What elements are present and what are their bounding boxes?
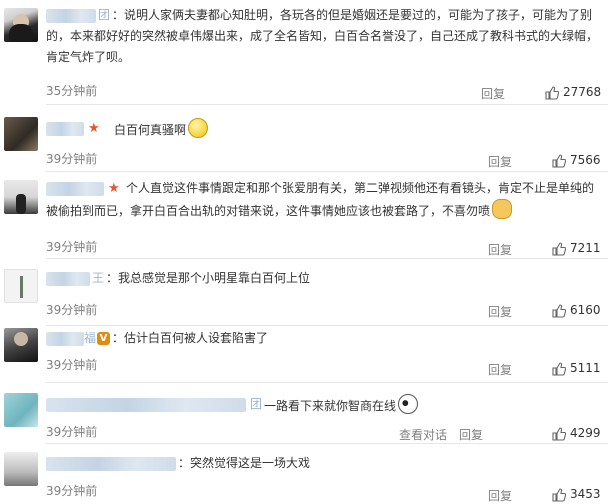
comment-item: ★ 白百何真骚啊 39分钟前 回复 7566 xyxy=(0,105,608,172)
comment-text: ：说明人家俩夫妻都心知肚明，各玩各的但是婚姻还是要过的，可能为了孩子，可能为了别… xyxy=(46,8,599,64)
comment-item: ★ 个人直觉这件事情跟定和那个张爱朋有关，第二弹视频他还有看镜头，肯定不止是单纯… xyxy=(0,172,608,259)
avatar[interactable] xyxy=(4,180,38,214)
thumbs-up-icon[interactable] xyxy=(552,427,566,441)
thumbs-up-icon[interactable] xyxy=(545,86,559,100)
username-blurred[interactable] xyxy=(46,457,176,471)
username-blurred[interactable] xyxy=(46,398,246,412)
comment-time: 39分钟前 xyxy=(46,484,98,498)
comment-item: 团 一路看下来就你智商在线 39分钟前 查看对话 回复 4299 xyxy=(0,383,608,444)
reply-button[interactable]: 回复 xyxy=(488,241,512,258)
comment-text: 一路看下来就你智商在线 xyxy=(264,394,600,417)
comment-item: ：突然觉得这是一场大戏 39分钟前 回复 3453 xyxy=(0,444,608,503)
avatar[interactable] xyxy=(4,117,38,151)
comment-time: 39分钟前 xyxy=(46,240,98,254)
username-tail[interactable]: 福 xyxy=(84,331,96,346)
comment-text: ：估计白百何被人设套陷害了 xyxy=(112,331,269,345)
like-count: 7211 xyxy=(570,241,601,255)
panda-emoji-icon xyxy=(398,394,419,414)
thumbs-up-icon[interactable] xyxy=(552,304,566,318)
comment-time: 39分钟前 xyxy=(46,358,98,372)
like-count: 27768 xyxy=(563,85,602,99)
comment-time: 39分钟前 xyxy=(46,425,98,439)
thumbs-up-icon[interactable] xyxy=(552,362,566,376)
comment-time: 39分钟前 xyxy=(46,303,98,317)
comment-item: 团 ：说明人家俩夫妻都心知肚明，各玩各的但是婚姻还是要过的，可能为了孩子，可能为… xyxy=(0,0,608,105)
avatar[interactable] xyxy=(4,393,38,427)
avatar[interactable] xyxy=(4,269,38,303)
like-count: 5111 xyxy=(570,361,601,375)
username-blurred[interactable] xyxy=(46,122,84,136)
star-badge-icon: ★ xyxy=(88,121,100,136)
reply-button[interactable]: 回复 xyxy=(488,487,512,504)
username-tail[interactable]: 团 xyxy=(250,397,262,412)
comment-item: 福 V ：估计白百何被人设套陷害了 39分钟前 回复 5111 xyxy=(0,326,608,383)
reply-button[interactable]: 回复 xyxy=(488,361,512,378)
comment-text: 白百何真骚啊 xyxy=(114,118,600,141)
reply-button[interactable]: 回复 xyxy=(481,85,505,102)
dog-emoji-icon xyxy=(492,199,513,219)
thumbs-up-icon[interactable] xyxy=(552,154,566,168)
comment-text: ：我总感觉是那个小明星靠白百何上位 xyxy=(106,271,311,285)
like-count: 6160 xyxy=(570,303,601,317)
username-tail[interactable]: 王 xyxy=(92,271,104,286)
reply-button[interactable]: 回复 xyxy=(488,303,512,320)
like-count: 7566 xyxy=(570,153,601,167)
avatar[interactable] xyxy=(4,452,38,486)
reply-button[interactable]: 查看对话 回复 xyxy=(399,426,483,443)
comment-time: 35分钟前 xyxy=(46,84,98,98)
smile-emoji-icon xyxy=(188,118,209,138)
comment-time: 39分钟前 xyxy=(46,152,98,166)
comment-text: ：突然觉得这是一场大戏 xyxy=(178,456,311,470)
thumbs-up-icon[interactable] xyxy=(552,242,566,256)
avatar[interactable] xyxy=(4,8,38,42)
like-count: 3453 xyxy=(570,487,601,501)
username-blurred[interactable] xyxy=(46,272,90,286)
comment-text: 个人直觉这件事情跟定和那个张爱朋有关，第二弹视频他还有看镜头，肯定不止是单纯的被… xyxy=(46,181,595,219)
username-blurred[interactable] xyxy=(46,332,84,346)
reply-button[interactable]: 回复 xyxy=(488,153,512,170)
like-count: 4299 xyxy=(570,426,601,440)
verified-v-icon: V xyxy=(97,332,110,345)
avatar[interactable] xyxy=(4,328,38,362)
comment-item: 王 ：我总感觉是那个小明星靠白百何上位 39分钟前 回复 6160 xyxy=(0,259,608,326)
